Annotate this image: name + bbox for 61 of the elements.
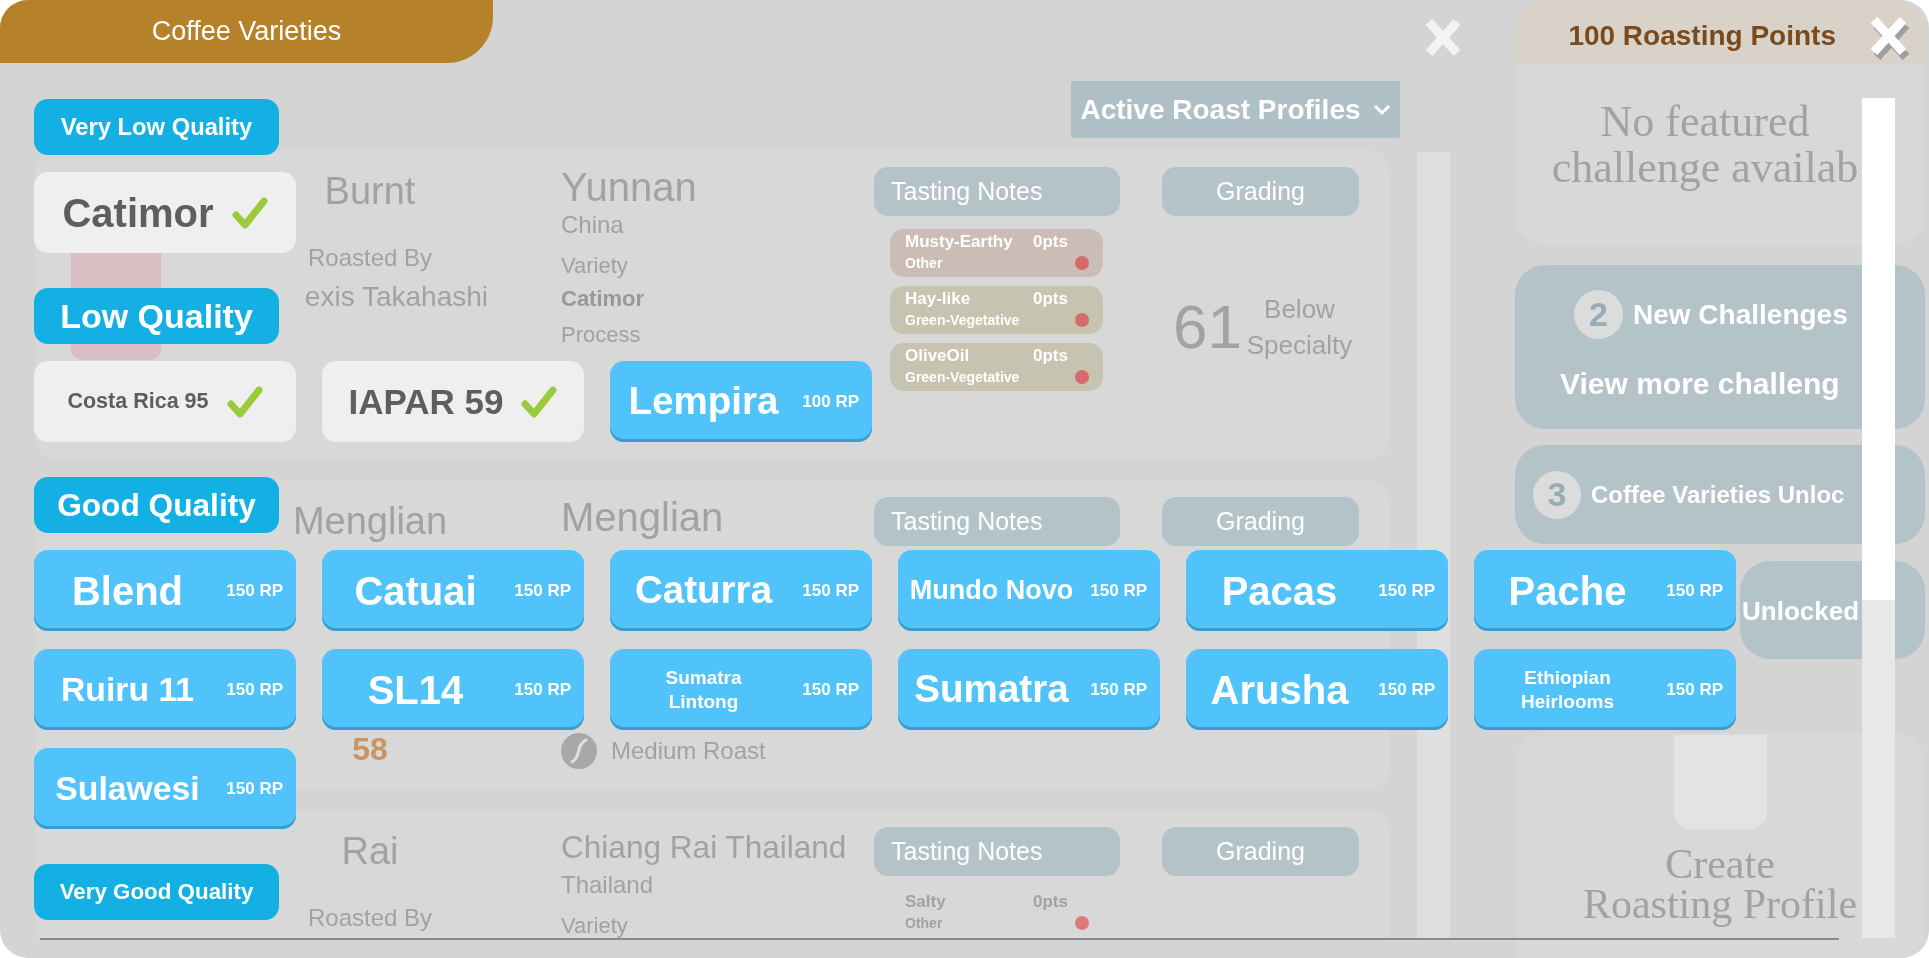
dot-icon xyxy=(1075,370,1089,384)
unlock-button[interactable]: Lempira 100 RP xyxy=(610,361,872,442)
note-points: 0pts xyxy=(1033,288,1068,310)
unlock-button[interactable]: Pacas 150 RP xyxy=(1186,550,1448,631)
rating-score: 58 xyxy=(352,732,388,766)
tasting-notes-header: Tasting Notes xyxy=(874,167,1120,216)
dot-icon xyxy=(1075,313,1089,327)
points-label: 100 Roasting Points xyxy=(1568,19,1836,53)
grading-header: Grading xyxy=(1162,497,1359,546)
profiles-dropdown[interactable]: Active Roast Profiles xyxy=(1071,81,1400,138)
unlocked-label: Unlocked xyxy=(1742,596,1860,627)
scrollbar-thumb[interactable] xyxy=(1862,98,1895,600)
unlock-button[interactable]: Catuai 150 RP xyxy=(322,550,584,631)
note-name: Hay-like xyxy=(905,288,972,310)
unlock-button[interactable]: Arusha 150 RP xyxy=(1186,649,1448,730)
check-icon xyxy=(521,384,558,419)
quality-header: Low Quality xyxy=(34,288,279,344)
tasting-notes-header: Tasting Notes xyxy=(874,497,1120,546)
title-banner: Coffee Varieties xyxy=(0,0,493,63)
unlocks-label: Coffee Varieties Unloc xyxy=(1591,480,1845,509)
unlock-button[interactable]: Pache 150 RP xyxy=(1474,550,1736,631)
variety-button[interactable]: Catimor xyxy=(34,172,296,253)
quality-header: Good Quality xyxy=(34,477,279,533)
unlock-button[interactable]: Mundo Novo 150 RP xyxy=(898,550,1160,631)
grading-header: Grading xyxy=(1162,827,1359,876)
bean-icon xyxy=(561,733,597,769)
check-icon xyxy=(231,195,268,230)
note-name: Musty-Earthy xyxy=(905,231,1014,253)
variety-button[interactable]: Costa Rica 95 xyxy=(34,361,296,442)
unlock-button[interactable]: Sulawesi 150 RP xyxy=(34,748,296,829)
close-button[interactable] xyxy=(1868,15,1911,62)
unlock-button[interactable]: Blend 150 RP xyxy=(34,550,296,631)
quality-header: Very Low Quality xyxy=(34,99,279,155)
unlock-button[interactable]: Caturra 150 RP xyxy=(610,550,872,631)
note-points: 0pts xyxy=(1033,231,1068,253)
note-category: Green-Vegetative xyxy=(905,368,1020,387)
variety-value: Catimor xyxy=(561,286,645,312)
dot-icon xyxy=(1075,916,1089,930)
new-challenges-label: New Challenges xyxy=(1633,297,1848,332)
close-icon xyxy=(1868,15,1911,62)
view-more-link[interactable]: View more challeng xyxy=(1560,366,1840,402)
quality-header: Very Good Quality xyxy=(34,864,279,920)
unlock-button[interactable]: Sumatra Lintong 150 RP xyxy=(610,649,872,730)
note-category: Green-Vegetative xyxy=(905,311,1020,330)
unlocks-card[interactable]: 3 Coffee Varieties Unloc xyxy=(1515,445,1925,544)
grading-header: Grading xyxy=(1162,167,1359,216)
unlock-button[interactable]: Ethiopian Heirlooms 150 RP xyxy=(1474,649,1736,730)
count-badge: 2 xyxy=(1574,290,1623,339)
unlock-button[interactable]: Ruiru 11 150 RP xyxy=(34,649,296,730)
unlock-button[interactable]: Sumatra 150 RP xyxy=(898,649,1160,730)
count-badge: 3 xyxy=(1533,470,1581,519)
variety-button[interactable]: IAPAR 59 xyxy=(322,361,584,442)
chevron-down-icon xyxy=(1372,103,1391,116)
tasting-notes-header: Tasting Notes xyxy=(874,827,1120,876)
note-name: OliveOil xyxy=(905,345,971,367)
note-points: 0pts xyxy=(1033,345,1068,367)
check-icon xyxy=(226,384,263,419)
challenges-card[interactable]: 2 New Challenges View more challeng xyxy=(1515,265,1925,429)
unlock-button[interactable]: SL14 150 RP xyxy=(322,649,584,730)
dot-icon xyxy=(1075,256,1089,270)
note-category: Other xyxy=(905,254,943,273)
